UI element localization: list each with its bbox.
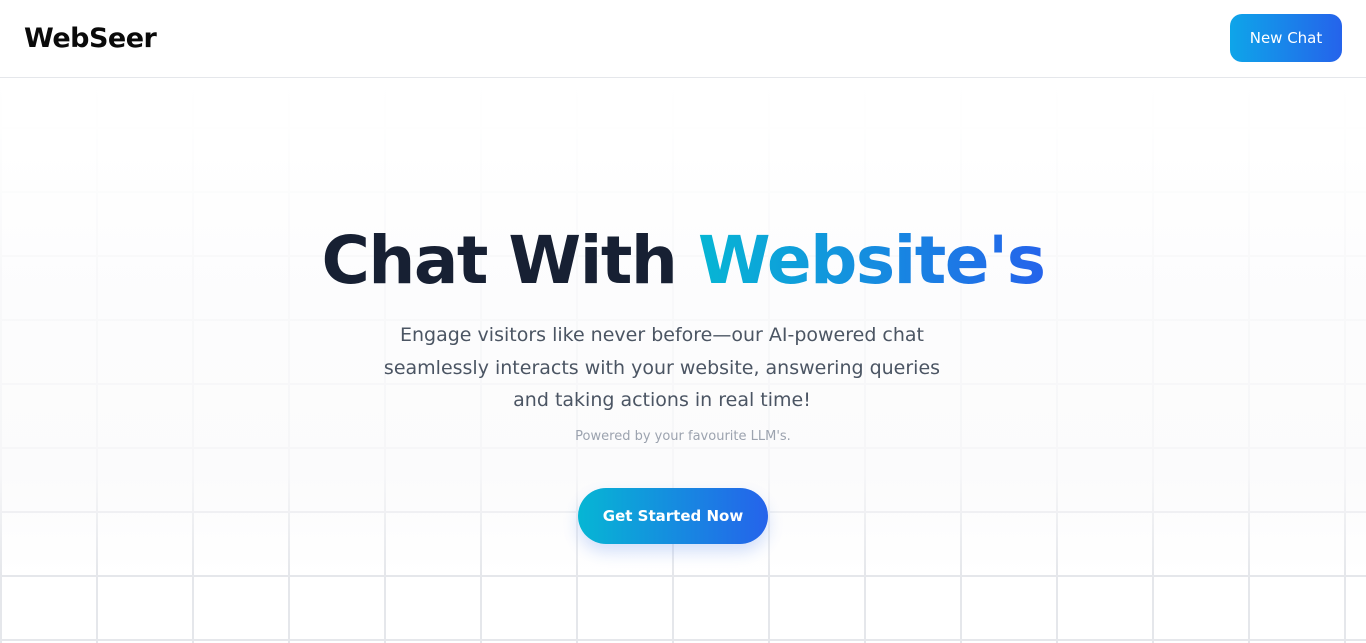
hero-title-accent: Website's <box>697 222 1046 299</box>
hero-section: Chat With Website's Engage visitors like… <box>0 79 1366 643</box>
hero-subtitle: Engage visitors like never before—our AI… <box>383 324 941 411</box>
hero-title-main: Chat With <box>321 222 698 299</box>
powered-by-note: Powered by your favourite LLM's. <box>575 429 791 444</box>
hero-title: Chat With Website's <box>0 221 1366 301</box>
get-started-button[interactable]: Get Started Now <box>578 488 768 544</box>
brand-logo-text[interactable]: WebSeer <box>24 23 157 54</box>
top-nav-bar: WebSeer New Chat <box>0 0 1366 78</box>
new-chat-button[interactable]: New Chat <box>1230 13 1342 62</box>
